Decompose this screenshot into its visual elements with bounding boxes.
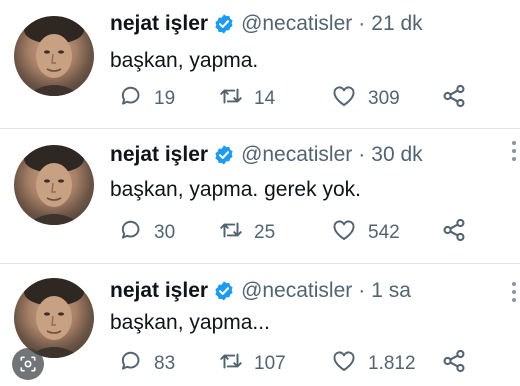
verified-badge-icon (213, 280, 235, 302)
header-separator: · (358, 143, 366, 166)
share-icon (440, 347, 468, 381)
tweet[interactable]: nejat işler @necatisler · 21 dk başkan, … (0, 0, 520, 128)
tweet-header: nejat işler @necatisler · 1 sa (110, 277, 411, 305)
like-count: 1.812 (368, 353, 416, 374)
heart-icon (330, 348, 358, 380)
tweet-timestamp[interactable]: 30 dk (371, 143, 422, 167)
retweet-button[interactable]: 107 (218, 349, 286, 379)
verified-badge-icon (213, 144, 235, 166)
like-count: 309 (368, 88, 400, 109)
author-name[interactable]: nejat işler (110, 279, 208, 303)
share-icon (440, 82, 468, 116)
avatar[interactable] (14, 16, 94, 96)
retweet-icon (218, 83, 244, 115)
tweet-feed: nejat işler @necatisler · 21 dk başkan, … (0, 0, 520, 386)
retweet-button[interactable]: 25 (218, 218, 275, 248)
author-name[interactable]: nejat işler (110, 143, 208, 167)
header-separator: · (358, 12, 366, 35)
avatar[interactable] (14, 278, 94, 358)
more-icon[interactable] (512, 141, 516, 161)
reply-button[interactable]: 83 (118, 349, 175, 379)
share-button[interactable] (440, 218, 468, 248)
author-handle[interactable]: @necatisler (241, 279, 352, 303)
reply-icon (118, 348, 144, 380)
author-handle[interactable]: @necatisler (241, 143, 352, 167)
heart-icon (330, 83, 358, 115)
reply-count: 19 (154, 88, 176, 109)
share-button[interactable] (440, 349, 468, 379)
like-button[interactable]: 542 (330, 218, 400, 248)
reply-button[interactable]: 19 (118, 84, 175, 114)
reply-icon (118, 83, 144, 115)
retweet-button[interactable]: 14 (218, 84, 275, 114)
tweet-actions: 30 25 542 (110, 218, 510, 248)
like-count: 542 (368, 222, 400, 243)
retweet-icon (218, 217, 244, 249)
share-icon (440, 216, 468, 250)
header-separator: · (358, 279, 366, 302)
tweet-timestamp[interactable]: 21 dk (371, 12, 422, 36)
retweet-icon (218, 348, 244, 380)
author-handle[interactable]: @necatisler (241, 12, 352, 36)
tweet-actions: 19 14 309 (110, 84, 510, 114)
reply-count: 83 (154, 353, 176, 374)
avatar[interactable] (14, 145, 94, 225)
tweet-timestamp[interactable]: 1 sa (371, 279, 411, 303)
tweet-text: başkan, yapma... (110, 311, 270, 334)
tweet-text: başkan, yapma. (110, 49, 259, 72)
more-icon[interactable] (512, 282, 516, 302)
like-button[interactable]: 309 (330, 84, 400, 114)
tweet-actions: 83 107 1.812 (110, 349, 510, 379)
tweet[interactable]: nejat işler @necatisler · 1 sa başkan, y… (0, 264, 520, 386)
share-button[interactable] (440, 84, 468, 114)
reply-icon (118, 217, 144, 249)
retweet-count: 14 (254, 88, 276, 109)
retweet-count: 107 (254, 353, 286, 374)
image-search-icon[interactable] (12, 348, 44, 380)
author-name[interactable]: nejat işler (110, 12, 208, 36)
tweet-text: başkan, yapma. gerek yok. (110, 178, 361, 201)
retweet-count: 25 (254, 222, 276, 243)
reply-count: 30 (154, 222, 176, 243)
heart-icon (330, 217, 358, 249)
tweet-header: nejat işler @necatisler · 30 dk (110, 141, 423, 169)
tweet-header: nejat işler @necatisler · 21 dk (110, 10, 423, 38)
reply-button[interactable]: 30 (118, 218, 175, 248)
verified-badge-icon (213, 13, 235, 35)
like-button[interactable]: 1.812 (330, 349, 416, 379)
tweet[interactable]: nejat işler @necatisler · 30 dk başkan, … (0, 129, 520, 263)
